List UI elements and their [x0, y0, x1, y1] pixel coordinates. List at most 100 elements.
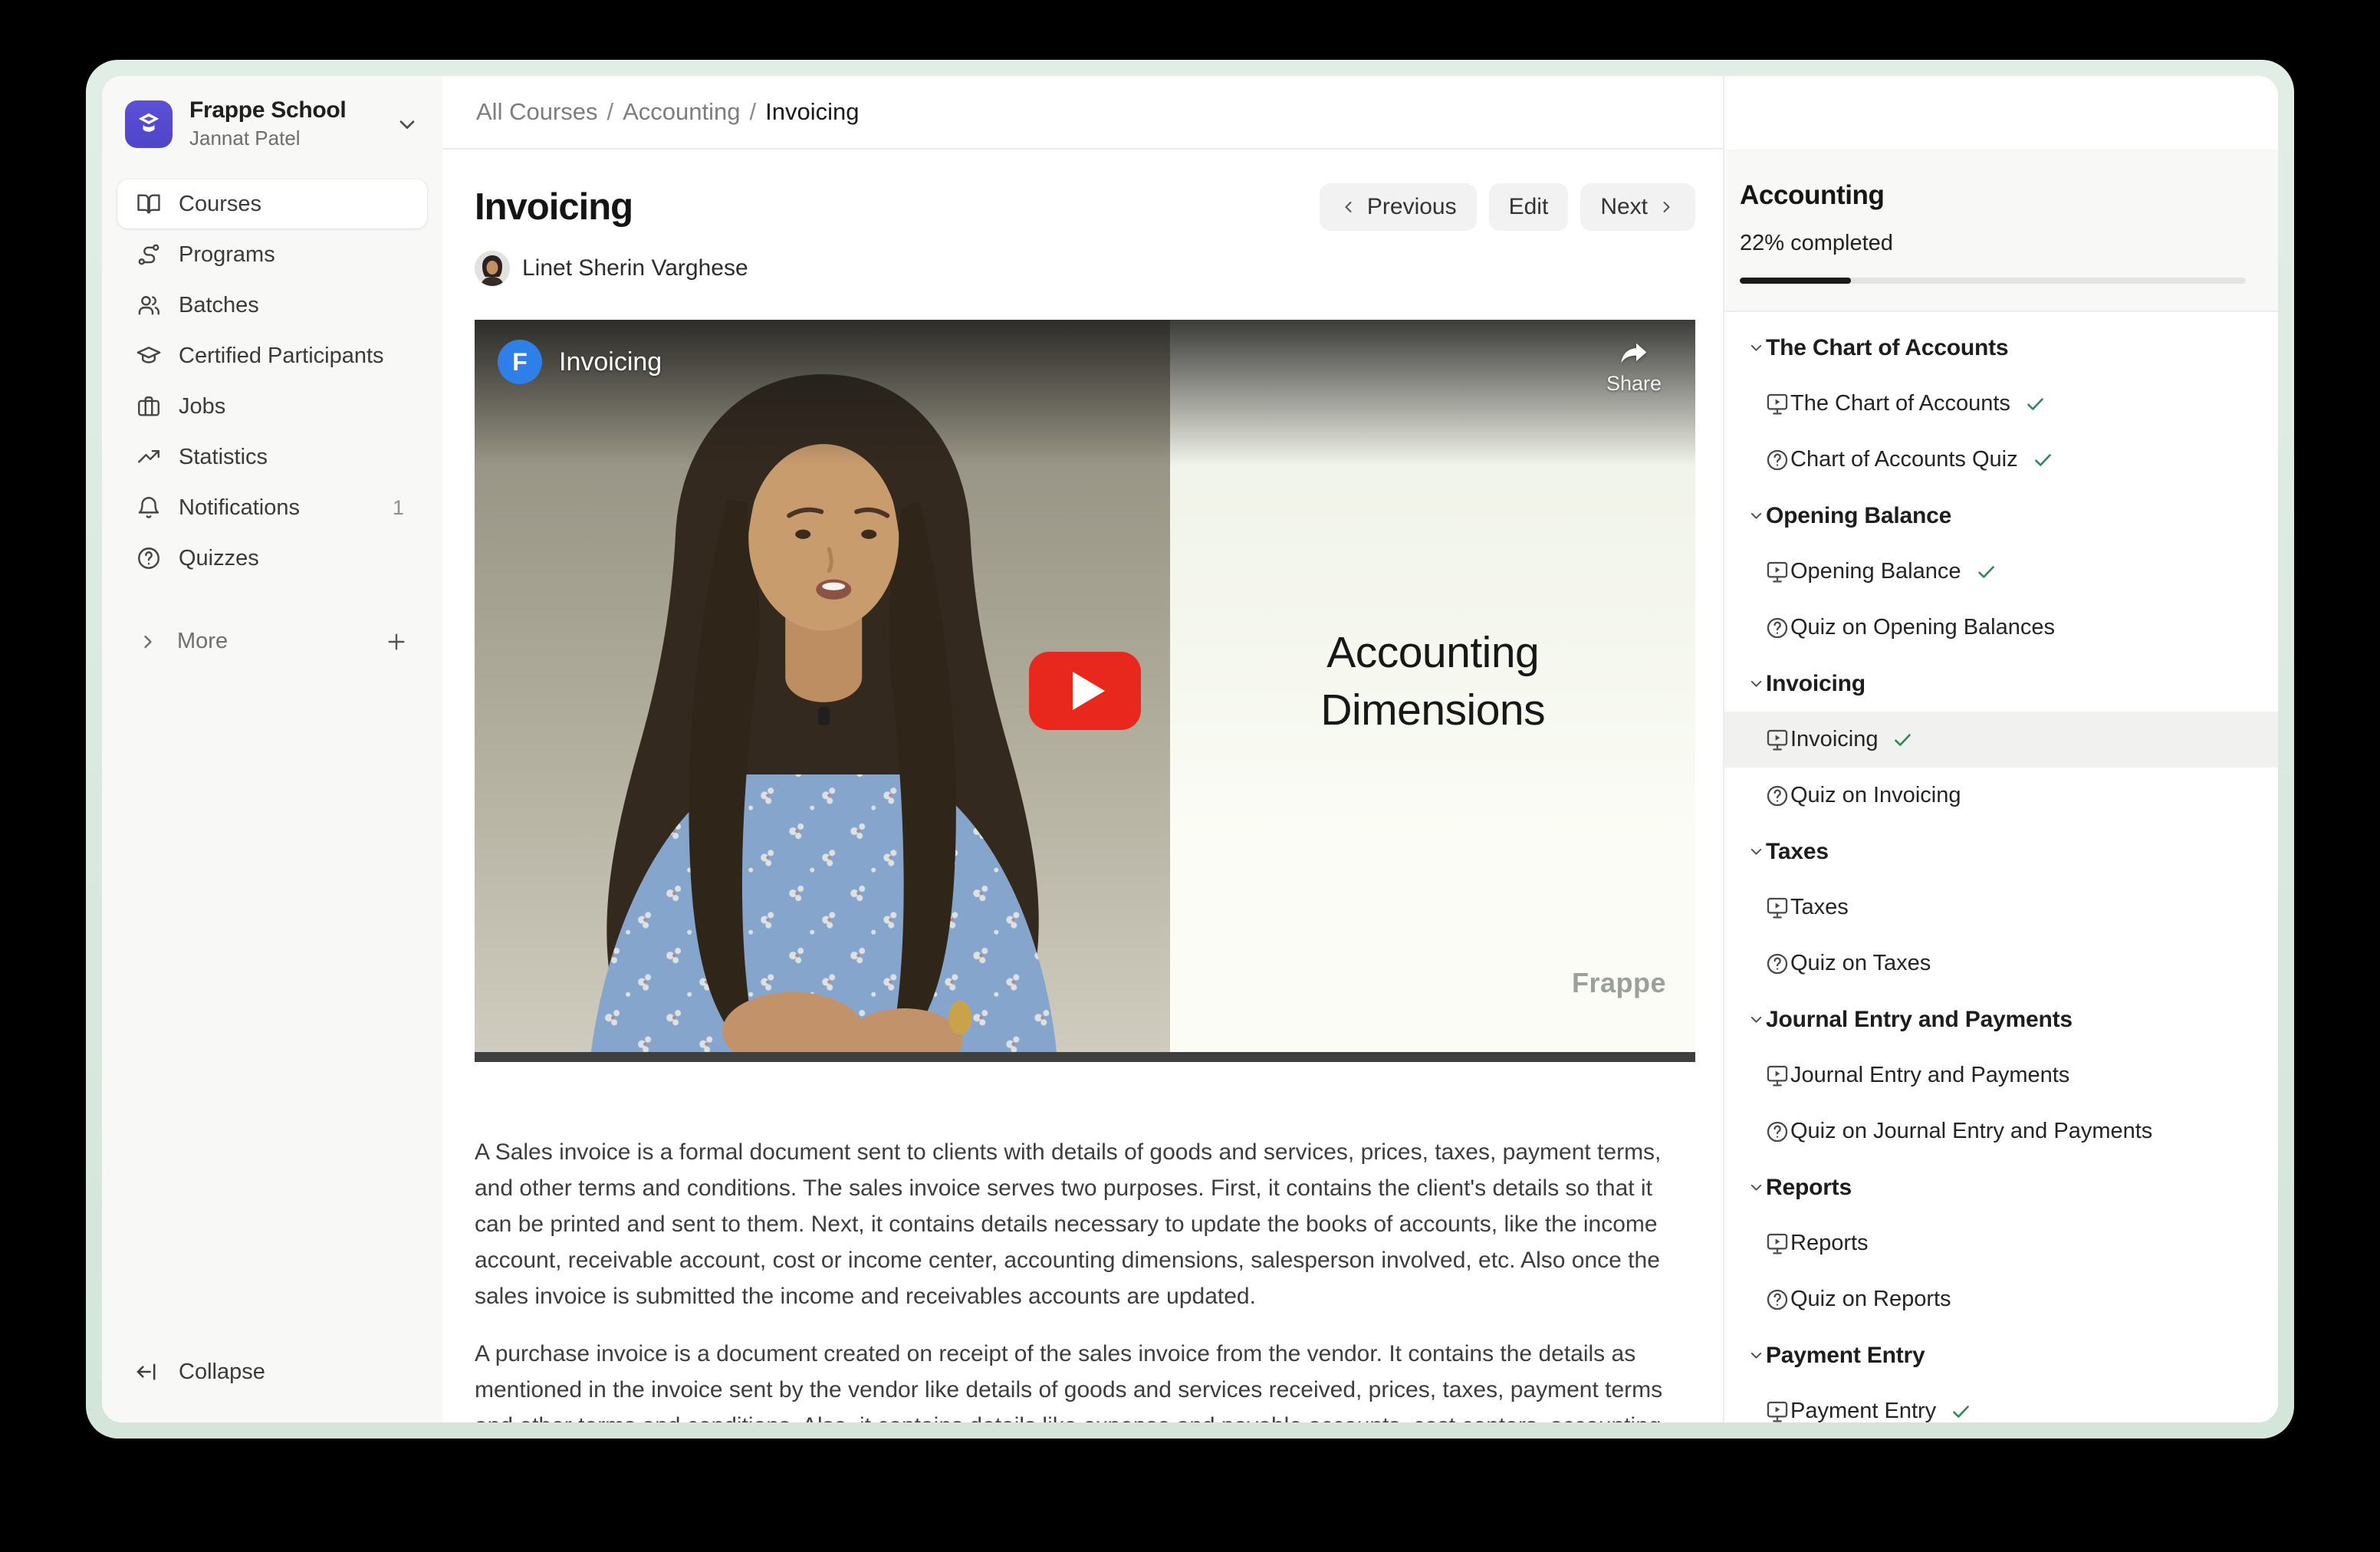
outline-lesson-item[interactable]: Opening Balance	[1724, 544, 2278, 600]
sidebar-item-jobs[interactable]: Jobs	[117, 382, 427, 431]
check-icon	[1975, 561, 1997, 583]
outline-section-journal-entry[interactable]: Journal Entry and Payments	[1724, 991, 2278, 1047]
outline-quiz-item[interactable]: Quiz on Journal Entry and Payments	[1724, 1103, 2278, 1159]
notifications-count-badge: 1	[393, 496, 409, 520]
sidebar-item-label: Batches	[179, 293, 259, 318]
workspace-labels: Frappe School Jannat Patel	[189, 97, 346, 150]
chevron-down-icon[interactable]	[395, 112, 419, 136]
edit-label: Edit	[1509, 194, 1549, 220]
paragraph: A Sales invoice is a formal document sen…	[475, 1134, 1695, 1314]
breadcrumb-separator: /	[607, 98, 614, 126]
chevron-down-icon	[1747, 338, 1766, 357]
chevron-down-icon	[1747, 1346, 1766, 1365]
course-title: Accounting	[1740, 180, 2246, 211]
workspace-switcher[interactable]: Frappe School Jannat Patel	[102, 97, 442, 150]
chevron-down-icon	[1747, 1010, 1766, 1029]
sidebar-item-quizzes[interactable]: Quizzes	[117, 534, 427, 583]
chevron-down-icon	[1747, 842, 1766, 861]
author-row: Linet Sherin Varghese	[475, 251, 1697, 286]
outline-section-payment-entry[interactable]: Payment Entry	[1724, 1327, 2278, 1383]
video-overlay-title: F Invoicing	[498, 340, 662, 384]
outline-section-opening-balance[interactable]: Opening Balance	[1724, 488, 2278, 544]
outline-list: The Chart of Accounts The Chart of Accou…	[1724, 312, 2278, 1422]
lesson-video-icon	[1764, 559, 1790, 585]
breadcrumb-all-courses[interactable]: All Courses	[476, 98, 598, 126]
next-label: Next	[1600, 194, 1648, 220]
outline-section-chart-of-accounts[interactable]: The Chart of Accounts	[1724, 320, 2278, 376]
slide-title: Accounting Dimensions	[1170, 624, 1695, 739]
video-player[interactable]: Accounting Dimensions Frappe F Invoicing	[475, 320, 1695, 1062]
chevron-down-icon	[1747, 506, 1766, 525]
quiz-question-icon	[1764, 447, 1790, 473]
outline-quiz-item[interactable]: Quiz on Invoicing	[1724, 768, 2278, 824]
sidebar-item-courses[interactable]: Courses	[117, 179, 427, 229]
outline-lesson-item[interactable]: Taxes	[1724, 880, 2278, 935]
sidebar-item-label: Programs	[179, 242, 275, 268]
sidebar-item-label: Certified Participants	[179, 344, 384, 369]
frappe-watermark: Frappe	[1572, 967, 1666, 999]
breadcrumb-accounting[interactable]: Accounting	[623, 98, 740, 126]
previous-button[interactable]: Previous	[1320, 183, 1477, 231]
bell-icon	[136, 495, 162, 521]
quiz-question-icon	[1764, 951, 1790, 977]
sidebar-item-statistics[interactable]: Statistics	[117, 432, 427, 482]
breadcrumb: All Courses / Accounting / Invoicing	[476, 98, 860, 126]
sidebar-item-label: Quizzes	[179, 546, 259, 571]
outline-header: Accounting 22% completed	[1724, 150, 2278, 312]
outline-quiz-item[interactable]: Quiz on Reports	[1724, 1271, 2278, 1327]
outline-quiz-item[interactable]: Quiz on Taxes	[1724, 935, 2278, 991]
lesson-video-icon	[1764, 727, 1790, 753]
lesson-content: Invoicing Previous Edit Next	[442, 150, 1723, 1422]
sidebar-item-notifications[interactable]: Notifications 1	[117, 483, 427, 532]
play-button[interactable]	[1029, 652, 1141, 730]
sidebar-item-label: Statistics	[179, 445, 268, 470]
help-circle-icon	[136, 545, 162, 571]
desktop-background: Frappe School Jannat Patel Courses Progr	[0, 0, 2380, 1552]
trending-up-icon	[136, 444, 162, 470]
outline-lesson-item[interactable]: Reports	[1724, 1215, 2278, 1271]
play-icon	[1073, 672, 1105, 710]
edit-button[interactable]: Edit	[1489, 183, 1569, 231]
workspace-name: Frappe School	[189, 97, 346, 123]
lesson-video-icon	[1764, 1399, 1790, 1423]
outline-lesson-item[interactable]: The Chart of Accounts	[1724, 376, 2278, 432]
share-icon	[1616, 337, 1652, 367]
sidebar-more-label[interactable]: More	[177, 629, 228, 654]
main-panel: All Courses / Accounting / Invoicing Inv…	[442, 76, 1723, 1422]
outline-top-spacer	[1724, 76, 2278, 150]
chevron-down-icon	[1747, 674, 1766, 693]
check-icon	[2024, 393, 2046, 415]
avatar	[475, 251, 510, 286]
outline-quiz-item[interactable]: Quiz on Opening Balances	[1724, 600, 2278, 656]
outline-section-taxes[interactable]: Taxes	[1724, 824, 2278, 880]
share-button[interactable]: Share	[1606, 337, 1662, 396]
sidebar-more-row: More	[102, 629, 442, 654]
outline-lesson-item[interactable]: Journal Entry and Payments	[1724, 1047, 2278, 1103]
course-outline-panel: Accounting 22% completed The Chart of Ac…	[1723, 76, 2278, 1422]
users-icon	[136, 292, 162, 318]
app-window-frame: Frappe School Jannat Patel Courses Progr	[86, 60, 2294, 1439]
sidebar-item-certified-participants[interactable]: Certified Participants	[117, 331, 427, 380]
video-title[interactable]: Invoicing	[559, 347, 662, 377]
sidebar-collapse-button[interactable]: Collapse	[102, 1349, 442, 1422]
chevron-right-icon[interactable]	[137, 631, 159, 653]
next-button[interactable]: Next	[1580, 183, 1695, 231]
quiz-question-icon	[1764, 1119, 1790, 1145]
outline-section-reports[interactable]: Reports	[1724, 1159, 2278, 1215]
previous-label: Previous	[1367, 194, 1457, 220]
breadcrumb-current: Invoicing	[765, 98, 859, 126]
chevron-right-icon	[1657, 198, 1675, 216]
plus-icon[interactable]	[384, 630, 409, 654]
quiz-question-icon	[1764, 615, 1790, 641]
outline-section-invoicing[interactable]: Invoicing	[1724, 656, 2278, 712]
breadcrumb-bar: All Courses / Accounting / Invoicing	[442, 76, 1723, 150]
quiz-question-icon	[1764, 1287, 1790, 1313]
sidebar-item-programs[interactable]: Programs	[117, 230, 427, 279]
lesson-title-row: Invoicing Previous Edit Next	[475, 183, 1695, 231]
outline-quiz-item[interactable]: Chart of Accounts Quiz	[1724, 432, 2278, 488]
outline-lesson-item[interactable]: Payment Entry	[1724, 1383, 2278, 1422]
video-progress-bar[interactable]	[475, 1052, 1695, 1062]
outline-lesson-item-active[interactable]: Invoicing	[1724, 712, 2278, 768]
sidebar-item-batches[interactable]: Batches	[117, 281, 427, 330]
channel-avatar[interactable]: F	[498, 340, 542, 384]
